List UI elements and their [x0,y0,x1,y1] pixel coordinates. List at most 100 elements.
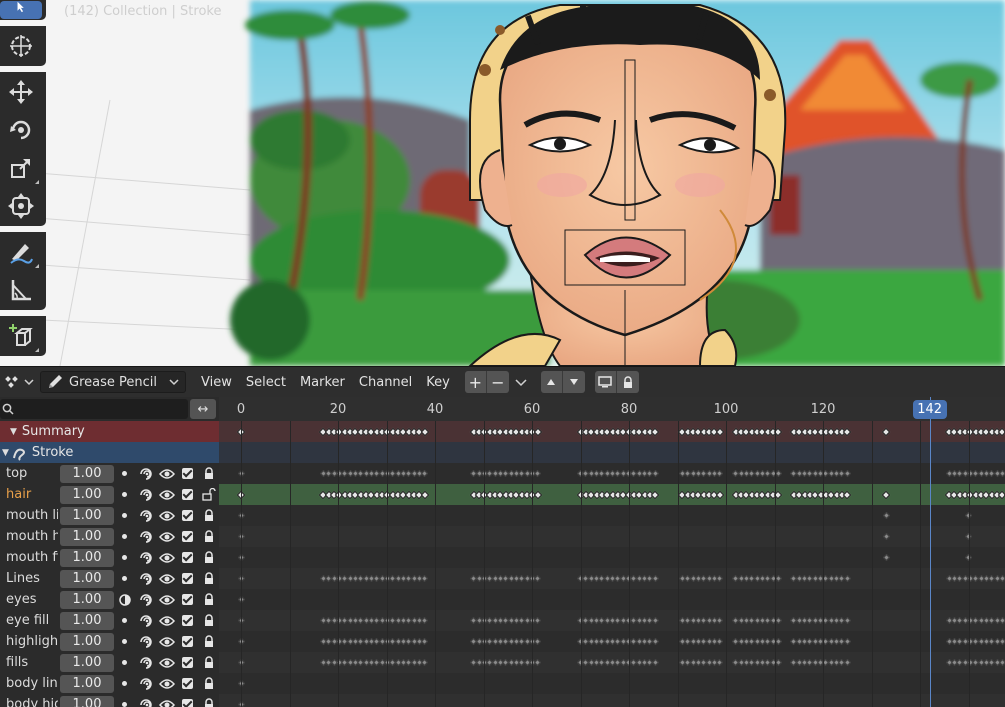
layer-name[interactable]: body hig [0,697,58,707]
layer-lock-toggle[interactable] [198,589,219,610]
remove-layer-button[interactable]: − [486,371,509,393]
layer-name[interactable]: fills [0,655,58,670]
layer-visibility-toggle[interactable] [156,484,177,505]
mode-dropdown[interactable]: Grease Pencil [40,371,186,393]
layer-enable-checkbox[interactable] [177,673,198,694]
layer-onion-toggle[interactable] [135,673,156,694]
layer-use-lights-toggle[interactable] [114,610,135,631]
layer-name[interactable]: mouth fill [0,550,58,565]
layer-onion-toggle[interactable] [135,631,156,652]
summary-channel[interactable]: ▼ Summary [0,421,219,442]
layer-enable-checkbox[interactable] [177,484,198,505]
layer-channel[interactable]: Lines 1.00 [0,568,219,589]
layer-use-lights-toggle[interactable] [114,526,135,547]
layer-visibility-toggle[interactable] [156,631,177,652]
layer-enable-checkbox[interactable] [177,631,198,652]
layer-onion-toggle[interactable] [135,547,156,568]
layer-channel[interactable]: body line1.00 [0,673,219,694]
layer-channel[interactable]: top 1.00 [0,463,219,484]
menu-channel[interactable]: Channel [352,375,419,390]
layer-use-lights-toggle[interactable] [114,694,135,707]
layer-name[interactable]: mouth lin [0,508,58,523]
layer-opacity-field[interactable]: 1.00 [60,464,114,483]
layer-lock-toggle[interactable] [198,463,219,484]
layer-enable-checkbox[interactable] [177,652,198,673]
layer-visibility-toggle[interactable] [156,589,177,610]
layer-channel[interactable]: mouth lin1.00 [0,505,219,526]
layer-visibility-toggle[interactable] [156,568,177,589]
layer-lock-toggle[interactable] [198,568,219,589]
layer-opacity-field[interactable]: 1.00 [60,632,114,651]
layer-use-lights-toggle[interactable] [114,631,135,652]
frame-ruler[interactable]: 0 20 40 60 80 100 120 [219,397,1005,421]
layer-name[interactable]: Lines [0,571,58,586]
layer-lock-toggle[interactable] [198,673,219,694]
layer-enable-checkbox[interactable] [177,547,198,568]
layer-visibility-toggle[interactable] [156,547,177,568]
layer-enable-checkbox[interactable] [177,505,198,526]
layer-specials-menu[interactable] [515,371,527,393]
move-layer-up-button[interactable] [540,371,563,393]
layer-onion-toggle[interactable] [135,463,156,484]
scale-tool[interactable] [0,149,42,187]
layer-use-lights-toggle[interactable] [114,484,135,505]
collapse-triangle-icon[interactable]: ▼ [10,427,17,437]
layer-opacity-field[interactable]: 1.00 [60,506,114,525]
layer-lock-toggle[interactable] [198,505,219,526]
filter-swap-button[interactable]: ↔ [190,399,216,419]
layer-use-lights-toggle[interactable] [114,463,135,484]
layer-lock-toggle[interactable] [198,652,219,673]
layer-channel[interactable]: eye fill 1.00 [0,610,219,631]
rotate-tool[interactable] [0,111,42,149]
menu-marker[interactable]: Marker [293,375,352,390]
layer-opacity-field[interactable]: 1.00 [60,527,114,546]
cursor-tool[interactable] [0,27,42,65]
layer-name[interactable]: top [0,466,58,481]
keyframe-area[interactable] [219,421,1005,707]
layer-lock-toggle[interactable] [198,484,219,505]
layer-enable-checkbox[interactable] [177,463,198,484]
layer-name[interactable]: highlight [0,634,58,649]
layer-visibility-toggle[interactable] [156,463,177,484]
layer-visibility-toggle[interactable] [156,505,177,526]
playhead-line[interactable] [929,397,931,707]
menu-select[interactable]: Select [239,375,293,390]
layer-channel[interactable]: eyes 1.00 [0,589,219,610]
transform-tool[interactable] [0,187,42,225]
move-layer-down-button[interactable] [562,371,585,393]
channel-search-input[interactable] [0,399,188,419]
menu-view[interactable]: View [194,375,239,390]
layer-use-lights-toggle[interactable] [114,505,135,526]
layer-name[interactable]: hair [0,487,58,502]
layer-lock-toggle[interactable] [198,547,219,568]
layer-onion-toggle[interactable] [135,652,156,673]
layer-enable-checkbox[interactable] [177,526,198,547]
layer-opacity-field[interactable]: 1.00 [60,569,114,588]
layer-channel[interactable]: mouth hi1.00 [0,526,219,547]
editor-type-menu[interactable] [2,371,36,393]
object-channel[interactable]: ▼ Stroke [0,442,219,463]
layer-visibility-toggle[interactable] [156,652,177,673]
select-box-tool[interactable] [0,1,42,19]
layer-onion-toggle[interactable] [135,610,156,631]
current-frame-indicator[interactable]: 142 [912,400,947,419]
layer-use-lights-toggle[interactable] [114,547,135,568]
layer-name[interactable]: eye fill [0,613,58,628]
layer-visibility-toggle[interactable] [156,673,177,694]
layer-lock-toggle[interactable] [198,694,219,707]
layer-lock-toggle[interactable] [198,631,219,652]
layer-use-lights-toggle[interactable] [114,568,135,589]
dopesheet-area[interactable]: 0 20 40 60 80 100 120 142 [219,397,1005,707]
layer-onion-toggle[interactable] [135,568,156,589]
layer-onion-toggle[interactable] [135,589,156,610]
layer-enable-checkbox[interactable] [177,610,198,631]
layer-lock-toggle[interactable] [198,610,219,631]
layer-lock-toggle[interactable] [198,526,219,547]
layer-channel[interactable]: mouth fill1.00 [0,547,219,568]
layer-enable-checkbox[interactable] [177,568,198,589]
annotate-tool[interactable] [0,233,42,271]
layer-onion-toggle[interactable] [135,526,156,547]
add-cube-tool[interactable] [0,317,42,355]
layer-use-lights-toggle[interactable] [114,652,135,673]
layer-name[interactable]: body line [0,676,58,691]
